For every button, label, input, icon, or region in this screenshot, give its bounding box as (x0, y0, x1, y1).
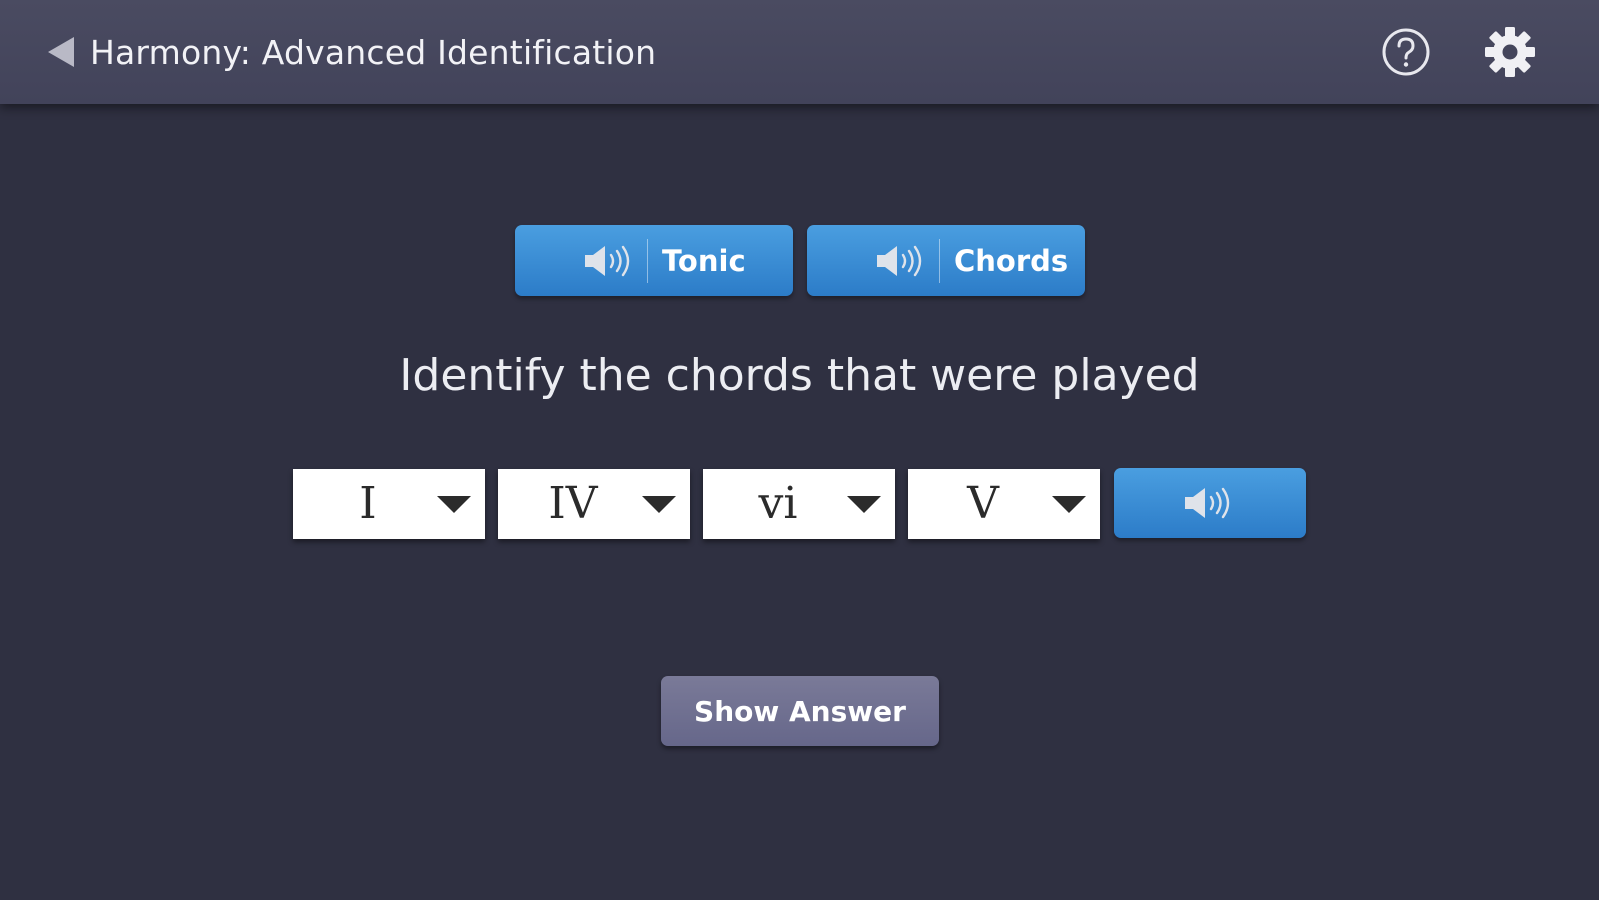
help-circle-icon (1382, 28, 1430, 76)
settings-button[interactable] (1482, 24, 1538, 80)
chevron-down-icon (437, 496, 471, 513)
play-tonic-button[interactable]: Tonic (515, 225, 793, 296)
chevron-down-icon (1052, 496, 1086, 513)
speaker-icon (877, 245, 922, 276)
chord-select-1[interactable]: I (293, 469, 485, 539)
chevron-down-icon (642, 496, 676, 513)
chord-select-value: I (359, 478, 377, 529)
play-chords-button[interactable]: Chords (807, 225, 1085, 296)
back-arrow-icon (48, 37, 74, 67)
gear-icon (1485, 27, 1535, 77)
chevron-down-icon (847, 496, 881, 513)
chord-select-3[interactable]: vi (703, 469, 895, 539)
app-root: Harmony: Advanced Identification Tonic C… (0, 0, 1599, 900)
tonic-label: Tonic (662, 243, 746, 278)
question-prompt: Identify the chords that were played (399, 350, 1200, 401)
speaker-icon (585, 245, 630, 276)
top-bar: Harmony: Advanced Identification (0, 0, 1599, 104)
chord-select-value: V (967, 478, 999, 529)
back-button[interactable]: Harmony: Advanced Identification (48, 30, 656, 74)
play-selected-chords-button[interactable] (1114, 468, 1306, 538)
chord-select-2[interactable]: IV (498, 469, 690, 539)
chord-select-value: vi (758, 478, 798, 529)
speaker-wrap (515, 225, 647, 296)
show-answer-button[interactable]: Show Answer (661, 676, 939, 746)
speaker-wrap (807, 225, 939, 296)
speaker-icon (1185, 487, 1230, 519)
chord-select-4[interactable]: V (908, 469, 1100, 539)
help-button[interactable] (1381, 27, 1431, 77)
page-title: Harmony: Advanced Identification (90, 32, 657, 72)
chord-select-value: IV (548, 478, 598, 529)
chords-label: Chords (954, 243, 1069, 278)
